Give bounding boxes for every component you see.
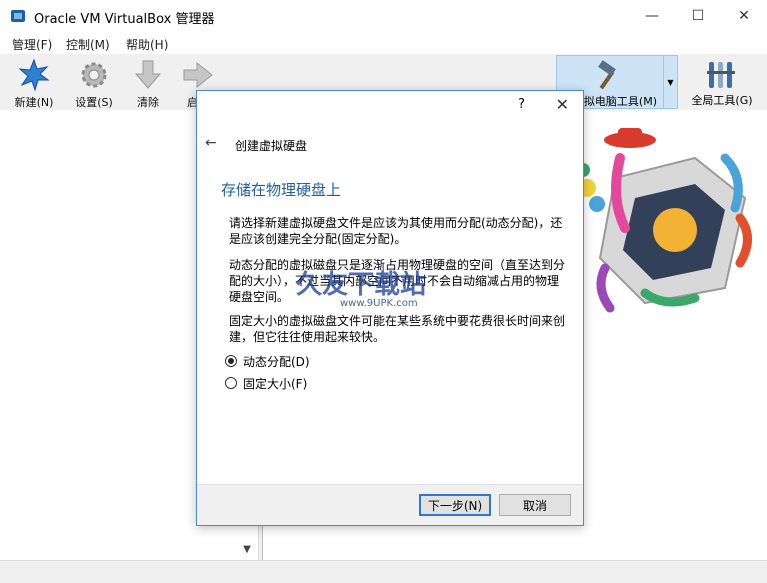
intro-text: 请选择新建虚拟硬盘文件是应该为其使用而分配(动态分配)，还是应该创建完全分配(固… <box>229 216 563 246</box>
dialog-title: 创建虚拟硬盘 <box>235 139 308 153</box>
cancel-button[interactable]: 取消 <box>499 494 571 516</box>
dialog-close-button[interactable]: ✕ <box>556 95 569 114</box>
scroll-down-icon[interactable]: ▼ <box>238 540 256 558</box>
help-button[interactable]: ? <box>518 97 525 112</box>
radio-dynamic-label: 动态分配(D) <box>243 354 310 369</box>
minimize-button[interactable]: — <box>629 0 675 32</box>
discard-button[interactable]: 清除 <box>126 56 170 109</box>
virtualbox-logo-icon <box>10 8 26 24</box>
menu-help[interactable]: 帮助(H) <box>126 36 168 53</box>
radio-dynamic[interactable]: 动态分配(D) <box>225 353 310 369</box>
status-bar <box>0 560 767 583</box>
dialog-footer: 下一步(N) 取消 <box>197 484 583 525</box>
discard-label: 清除 <box>137 96 159 109</box>
watermark-logo: 久友下载站 <box>296 270 427 300</box>
watermark-url: www.9UPK.com <box>340 298 418 309</box>
right-arrow-icon <box>183 61 213 89</box>
next-button[interactable]: 下一步(N) <box>419 494 491 516</box>
radio-fixed-indicator[interactable] <box>225 377 237 389</box>
settings-button[interactable]: 设置(S) <box>72 56 116 109</box>
global-tools-label: 全局工具(G) <box>691 94 753 107</box>
new-vm-label: 新建(N) <box>14 96 54 109</box>
back-arrow-icon[interactable]: ← <box>205 135 217 151</box>
radio-dynamic-indicator[interactable] <box>225 355 237 367</box>
new-icon <box>18 58 50 92</box>
tools-dropdown-arrow[interactable]: ▼ <box>664 55 678 109</box>
menu-file[interactable]: 管理(F) <box>12 36 52 53</box>
title-bar: Oracle VM VirtualBox 管理器 — ☐ ✕ <box>0 0 767 32</box>
settings-label: 设置(S) <box>75 96 113 109</box>
virtualbox-mascot-illustration <box>576 128 752 313</box>
maximize-button[interactable]: ☐ <box>675 0 721 32</box>
gear-icon <box>81 62 107 88</box>
fixed-description: 固定大小的虚拟磁盘文件可能在某些系统中要花费很长时间来创建，但它往往使用起来较快… <box>229 314 566 344</box>
menu-bar: 管理(F) 控制(M) 帮助(H) <box>0 32 767 54</box>
global-tools-button[interactable]: 全局工具(G) <box>682 55 762 109</box>
down-arrow-icon <box>134 60 162 89</box>
close-window-button[interactable]: ✕ <box>721 0 767 32</box>
machine-tools-label: 拟电脑工具(M) <box>583 95 657 108</box>
radio-fixed[interactable]: 固定大小(F) <box>225 375 307 391</box>
menu-machine[interactable]: 控制(M) <box>66 36 110 53</box>
page-heading: 存储在物理硬盘上 <box>221 181 342 199</box>
new-vm-button[interactable]: 新建(N) <box>12 56 56 109</box>
window-title: Oracle VM VirtualBox 管理器 <box>34 12 215 27</box>
radio-fixed-label: 固定大小(F) <box>243 376 308 391</box>
tools-icon <box>707 62 735 88</box>
hammer-icon <box>598 60 616 90</box>
